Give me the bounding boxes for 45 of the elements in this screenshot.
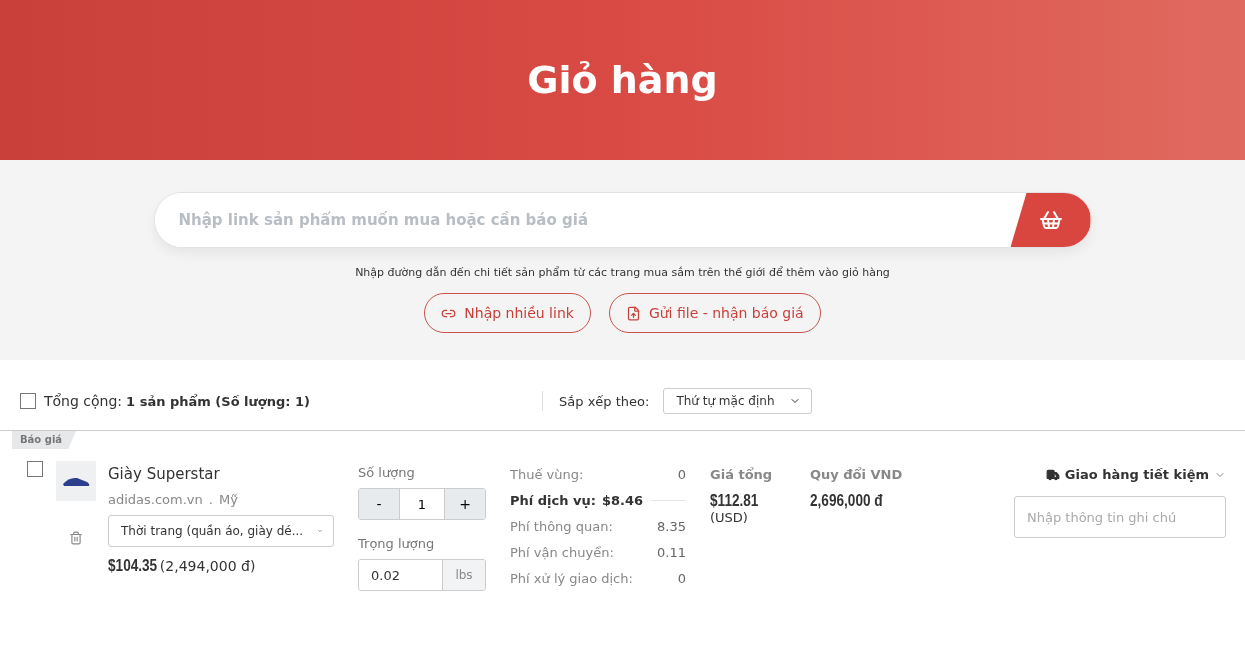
sort-label: Sắp xếp theo: xyxy=(559,393,650,409)
truck-icon xyxy=(1045,467,1060,482)
file-icon xyxy=(625,305,641,321)
vnd-label: Quy đổi VND xyxy=(810,467,904,482)
fee-value: 0.11 xyxy=(657,544,686,560)
currency: (USD) xyxy=(710,510,749,525)
store-name: adidas.com.vn xyxy=(108,492,203,507)
weight-unit: lbs xyxy=(443,560,485,590)
sort-dropdown[interactable]: Thứ tự mặc định xyxy=(663,388,812,414)
search-field[interactable]: Nhập link sản phẩm muốn mua hoặc cần báo giá xyxy=(153,192,1092,248)
quantity-label: Số lượng xyxy=(358,465,416,480)
fee-value: 0 xyxy=(677,570,686,586)
hint-text: Nhập đường dẫn đến chi tiết sản phẩm từ các trang mua sắm trên thế giới để thêm vào giỏ hàng xyxy=(355,266,890,279)
checkbox[interactable] xyxy=(27,461,43,477)
product-price: $104.35 xyxy=(108,557,158,575)
fee-label: Thuế vùng: xyxy=(510,466,584,482)
country: Mỹ xyxy=(218,492,238,507)
category-dropdown[interactable]: Thời trang (quần áo, giày dé... xyxy=(108,515,334,547)
checkbox[interactable] xyxy=(20,393,36,409)
fee-label: Phí thông quan: xyxy=(510,518,613,534)
fee-label: Phí dịch vụ: xyxy=(510,492,596,508)
fee-label: Phí vận chuyển: xyxy=(510,544,614,560)
fee-value: 8.35 xyxy=(657,518,686,534)
shipping-dropdown[interactable]: Giao hàng tiết kiệm xyxy=(1045,467,1226,482)
basket-icon xyxy=(1038,208,1063,232)
note-field[interactable]: Nhập thông tin ghi chú xyxy=(1014,496,1226,538)
weight-field[interactable]: 0.02 lbs xyxy=(358,559,486,591)
page-title: Giỏ hàng xyxy=(527,58,718,102)
total-price: $112.81 xyxy=(710,492,760,510)
total-label: Tổng cộng: xyxy=(44,393,123,409)
quote-tag: Báo giá xyxy=(12,431,76,449)
fee-value: $8.46 xyxy=(601,492,644,508)
product-price-vnd: (2,494,000 đ) xyxy=(159,558,256,574)
basket-button[interactable] xyxy=(1010,193,1091,247)
minus-button[interactable]: - xyxy=(359,489,399,519)
fee-label: Phí xử lý giao dịch: xyxy=(510,570,633,586)
weight-label: Trọng lượng xyxy=(358,536,436,551)
plus-button[interactable]: + xyxy=(445,489,485,519)
total-price-label: Giá tổng xyxy=(710,467,774,482)
trash-icon[interactable] xyxy=(69,531,83,545)
total-count: 1 sản phẩm (Số lượng: 1) xyxy=(126,393,311,409)
separator: . xyxy=(208,492,213,507)
product-name: Giày Superstar xyxy=(108,465,221,483)
fee-value: 0 xyxy=(677,466,686,482)
vnd-price: 2,696,000 đ xyxy=(810,492,884,510)
